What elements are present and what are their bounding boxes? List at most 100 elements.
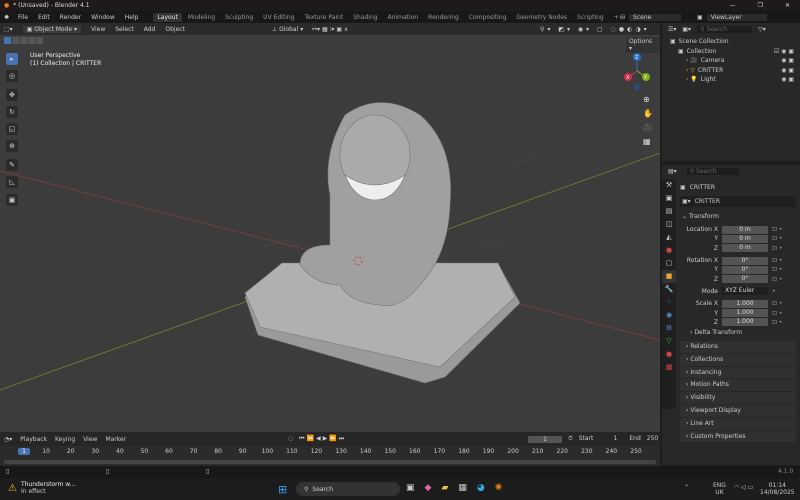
section-viewport-display[interactable]: › Viewport Display	[680, 404, 796, 417]
section-visibility[interactable]: › Visibility	[680, 392, 796, 404]
workspace-tab[interactable]: Modeling	[184, 13, 219, 22]
timeline-menu-marker[interactable]: Marker	[105, 436, 126, 443]
outliner-item[interactable]: ▣ Collection ☑ ◉ ▣	[662, 47, 800, 57]
task-view-icon[interactable]: ▣	[406, 483, 415, 493]
timeline-menu-keying[interactable]: Keying	[55, 436, 75, 443]
menu-edit[interactable]: Edit	[38, 14, 50, 21]
clock[interactable]: 01:14 14/08/2025	[760, 482, 795, 496]
section-relations[interactable]: › Relations	[680, 340, 796, 353]
particles-tab-icon[interactable]: ⁘	[662, 296, 676, 309]
field-value[interactable]: 0°	[722, 275, 768, 284]
workspace-tab[interactable]: Texture Paint	[300, 13, 347, 22]
field-value[interactable]: 0 m	[722, 234, 768, 243]
field-value[interactable]: 0°	[722, 265, 768, 274]
visibility-icons[interactable]: ◉ ▣	[781, 57, 800, 64]
menu-render[interactable]: Render	[60, 14, 81, 21]
end-field[interactable]: 250	[647, 435, 658, 443]
properties-tabs[interactable]: ⚒ ▣ ▤ ◫ ◭ ● ▢ ■ 🔧 ⁘ ◉ ⚙ ▽ ● ▩	[662, 179, 676, 409]
lock-icon[interactable]: ⊡ •	[772, 319, 782, 326]
edge-icon[interactable]: ◕	[477, 483, 485, 493]
visibility-icons[interactable]: ◉ ▣	[781, 76, 800, 83]
language-indicator[interactable]: ENG UK	[713, 482, 726, 496]
timeline-editor-icon[interactable]: ◔▾	[4, 436, 12, 443]
selection-mode-buttons[interactable]	[4, 37, 43, 44]
snap-icon[interactable]: ⚯▾ ▦ ⁝▾ ▣ ∧	[312, 26, 348, 33]
section-instancing[interactable]: › Instancing	[680, 366, 796, 379]
workspace-tab[interactable]: Animation	[384, 13, 423, 22]
visibility-icons[interactable]: ☑ ◉ ▣	[774, 48, 800, 55]
workspace-tab[interactable]: Layout	[153, 12, 182, 22]
properties-editor-icon[interactable]: ▤▾	[668, 168, 677, 175]
copilot-icon[interactable]: ◆	[425, 483, 432, 493]
transform-header[interactable]: ⌄ Transform	[680, 211, 800, 223]
ortho-toggle-icon[interactable]: ▦	[643, 135, 653, 149]
world-tab-icon[interactable]: ●	[662, 244, 676, 257]
section-motion-paths[interactable]: › Motion Paths	[680, 379, 796, 392]
blender-taskbar-icon[interactable]: ✺	[495, 483, 503, 493]
close-button[interactable]: ✕	[785, 2, 790, 9]
zoom-view-icon[interactable]: ⊕	[643, 93, 653, 107]
outliner-filter-icon[interactable]: ▣▾	[682, 26, 691, 33]
lock-icon[interactable]: ⊡ •	[772, 226, 782, 233]
timeline-scrollbar[interactable]	[4, 460, 656, 464]
scene-selector[interactable]: Scene	[629, 13, 682, 21]
field-value[interactable]: 1.000	[722, 309, 768, 318]
current-frame-field[interactable]: 1	[528, 435, 562, 443]
visibility-icons[interactable]: ◉ ▣	[781, 67, 800, 74]
data-tab-icon[interactable]: ▽	[662, 335, 676, 348]
lock-icon[interactable]: ⊡ •	[772, 235, 782, 242]
lock-icon[interactable]: ⊡ •	[772, 245, 782, 252]
lock-icon[interactable]: ⊡ •	[772, 310, 782, 317]
start-field[interactable]: 1	[599, 435, 618, 443]
constraints-tab-icon[interactable]: ⚙	[662, 322, 676, 335]
menu-file[interactable]: File	[18, 14, 28, 21]
view-layer-selector[interactable]: ViewLayer	[706, 13, 767, 21]
pan-view-icon[interactable]: ✋	[643, 107, 653, 121]
outliner-item[interactable]: › 🎥 Camera ◉ ▣	[662, 56, 800, 66]
physics-tab-icon[interactable]: ◉	[662, 309, 676, 322]
3d-viewport[interactable]: ▸ ◎ ✥ ↻ ◱ ⊕ ✎ ◺ ▣ User Perspective (1) C…	[0, 35, 660, 432]
lock-icon[interactable]: ⊡ •	[772, 257, 782, 264]
lock-icon[interactable]: ⊡ •	[772, 300, 782, 307]
section-collections[interactable]: › Collections	[680, 353, 796, 366]
lock-icon[interactable]: •	[772, 288, 776, 295]
stopwatch-icon[interactable]: ⏱	[568, 435, 573, 443]
workspace-tab[interactable]: Scripting	[573, 13, 608, 22]
lock-icon[interactable]: ⊡ •	[772, 266, 782, 273]
outliner-search[interactable]: ⚲ Search	[697, 25, 753, 33]
delta-transform-header[interactable]: › Delta Transform	[690, 327, 800, 339]
blender-menu-icon[interactable]: ✺	[4, 14, 9, 21]
taskbar-search[interactable]: ⚲ Search	[296, 482, 400, 496]
shading-buttons[interactable]: ⚲▾ ◩▾ ◉▾ ▢ ◌●◐◑▾	[540, 26, 650, 33]
playback-controls[interactable]: ◌ ⏮⏪◀▶⏩⏭	[288, 435, 346, 443]
cursor-tool-icon[interactable]: ◎	[6, 70, 18, 82]
outliner-item[interactable]: › 💡 Light ◉ ▣	[662, 75, 800, 85]
timeline-menu-view[interactable]: View	[83, 436, 97, 443]
field-value[interactable]: XYZ Euler	[722, 287, 768, 296]
field-value[interactable]: 0 m	[722, 244, 768, 253]
rotate-tool-icon[interactable]: ↻	[6, 106, 18, 118]
outliner-item[interactable]: › ▽ CRITTER ◉ ▣	[662, 66, 800, 76]
scene-icon[interactable]: ⛁	[620, 14, 625, 21]
workspace-tab[interactable]: Compositing	[465, 13, 511, 22]
workspace-tab[interactable]: UV Editing	[259, 13, 298, 22]
object-tab-icon[interactable]: ■	[662, 270, 676, 283]
modifier-tab-icon[interactable]: 🔧	[662, 283, 676, 296]
workspace-tab[interactable]: Rendering	[424, 13, 463, 22]
weather-widget[interactable]: ⚠ Thunderstorm w... In effect	[8, 481, 75, 495]
render-tab-icon[interactable]: ▣	[662, 192, 676, 205]
menu-window[interactable]: Window	[91, 14, 115, 21]
workspace-tab[interactable]: Sculpting	[221, 13, 257, 22]
object-name-field[interactable]: ▣▾ CRITTER	[680, 196, 796, 207]
mode-selector[interactable]: ▣ Object Mode ▾	[22, 25, 81, 33]
texture-tab-icon[interactable]: ▩	[662, 361, 676, 374]
tray-chevron-icon[interactable]: ⌃	[684, 484, 689, 491]
orientation-selector[interactable]: ⊥ Global ▾	[272, 26, 303, 33]
field-value[interactable]: 0 m	[722, 225, 768, 234]
maximize-button[interactable]: ❐	[758, 2, 763, 9]
scale-tool-icon[interactable]: ◱	[6, 123, 18, 135]
view-layer-tab-icon[interactable]: ◫	[662, 218, 676, 231]
minimize-button[interactable]: —	[730, 2, 736, 9]
viewport-menu-view[interactable]: View	[91, 26, 105, 33]
viewport-menu-select[interactable]: Select	[115, 26, 134, 33]
